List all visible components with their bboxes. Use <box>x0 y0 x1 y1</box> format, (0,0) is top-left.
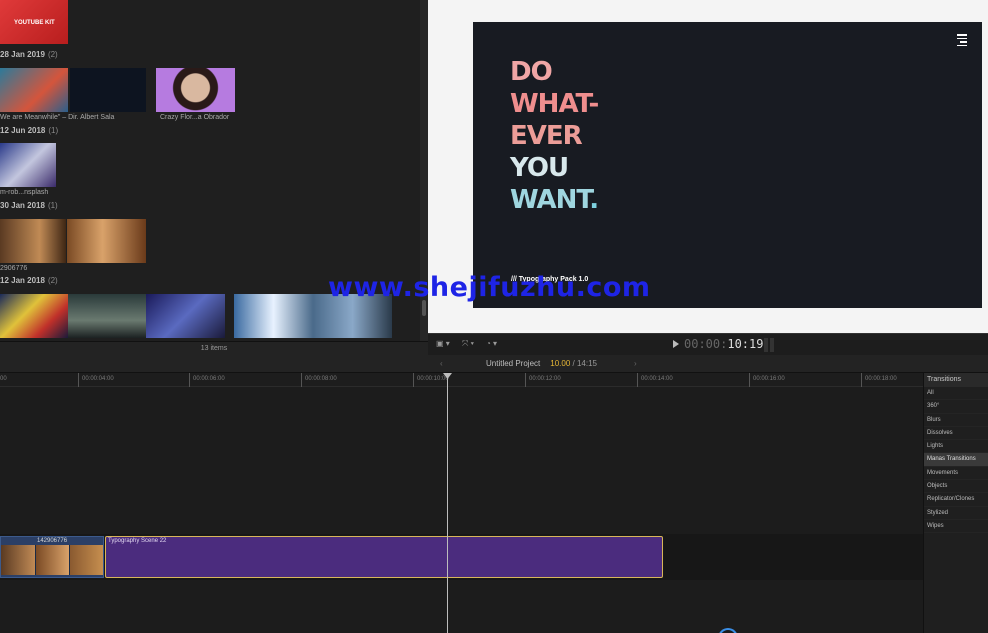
title-line: DO <box>510 57 553 87</box>
ruler-label: 00:00:04:00 <box>82 376 114 382</box>
transform-tool-button[interactable]: ⤧ ▾ <box>462 339 474 349</box>
clip-label: Typography Scene 22 <box>108 538 167 544</box>
clip-filmstrip <box>1 545 103 575</box>
project-title: Untitled Project 10.00 / 14:15 <box>486 359 597 368</box>
caption-crazy-flor: Crazy Flor...a Obrador <box>160 114 230 121</box>
date-group-label: 12 Jan 2018 <box>0 276 45 285</box>
date-group-label: 30 Jan 2018 <box>0 201 45 210</box>
thumbnail-youtube-kit-label: YOUTUBE KIT <box>14 20 55 26</box>
timecode-display: 00:00:10:19 <box>684 337 763 351</box>
timeline-body[interactable]: 142906776 Typography Scene 22 <box>0 387 923 633</box>
thumbnail-meanwhile[interactable] <box>0 68 68 112</box>
date-group-header: 12 Jan 2018 (2) <box>0 276 58 285</box>
timeline-ruler[interactable]: 00 00:00:04:00 00:00:06:00 00:00:08:00 0… <box>0 373 923 387</box>
project-name: Untitled Project <box>486 359 541 368</box>
thumbnail-stage[interactable] <box>146 294 225 338</box>
date-group-header: 12 Jun 2018 (1) <box>0 126 58 135</box>
ruler-tick <box>637 373 638 387</box>
transition-category[interactable]: Movements <box>924 467 988 481</box>
items-count: 13 items <box>0 341 428 355</box>
play-icon[interactable] <box>673 340 679 348</box>
ruler-label: 00:00:18:00 <box>865 376 897 382</box>
speed-button[interactable]: ◔ ▾ <box>486 339 497 348</box>
thumbnail-dark-clip[interactable] <box>70 68 146 112</box>
ruler-label: 00:00:14:00 <box>641 376 673 382</box>
caption-unsplash: m-rob...nsplash <box>0 189 49 196</box>
ruler-tick <box>78 373 79 387</box>
caption-meanwhile: We are Meanwhile" – Dir. Albert Sala <box>0 114 115 121</box>
transition-category[interactable]: Objects <box>924 480 988 494</box>
ruler-tick <box>861 373 862 387</box>
title-line: WANT. <box>510 184 599 216</box>
date-group-count: (2) <box>47 50 58 59</box>
ruler-tick <box>413 373 414 387</box>
thumbnail-couch[interactable] <box>68 294 146 338</box>
viewer-toolbar: ▣ ▾ ⤧ ▾ ◔ ▾ 00:00:10:19 <box>428 333 988 355</box>
ruler-label: 00:00:10:00 <box>417 376 449 382</box>
transition-category[interactable]: Lights <box>924 440 988 454</box>
thumbnail-dancer[interactable] <box>0 219 66 263</box>
transition-category-selected[interactable]: Manas Transitions <box>924 453 988 467</box>
date-group-label: 12 Jun 2018 <box>0 126 46 135</box>
timeline-clip-selected[interactable]: Typography Scene 22 <box>105 536 663 578</box>
ruler-label: 00:00:16:00 <box>753 376 785 382</box>
title-dot: . <box>589 185 599 215</box>
timecode-dim: 00:00: <box>684 337 728 351</box>
caption-clip-id: 2906776 <box>0 265 28 272</box>
back-arrow-icon[interactable]: ‹ <box>440 359 443 368</box>
thumbnail-crazy-flor[interactable] <box>156 68 235 112</box>
ruler-tick <box>189 373 190 387</box>
ruler-tick <box>749 373 750 387</box>
thumbnail-youtube-kit[interactable]: YOUTUBE KIT <box>0 0 68 44</box>
title-line: YOU <box>510 153 569 183</box>
transition-category[interactable]: Wipes <box>924 520 988 534</box>
timeline-clip[interactable]: 142906776 <box>0 536 104 578</box>
transition-category[interactable]: All <box>924 387 988 401</box>
transition-category[interactable]: Dissolves <box>924 427 988 441</box>
playhead[interactable] <box>447 373 448 633</box>
transitions-browser: Transitions All 360° Blurs Dissolves Lig… <box>923 373 988 633</box>
transition-category[interactable]: 360° <box>924 400 988 414</box>
ruler-label: 00 <box>0 376 7 382</box>
title-text: DO WHAT- EVER YOU WANT. <box>510 56 599 216</box>
project-duration: / 14:15 <box>572 359 597 368</box>
ruler-tick <box>525 373 526 387</box>
ruler-label: 00:00:08:00 <box>305 376 337 382</box>
date-group-count: (1) <box>48 126 59 135</box>
thumbnail-portrait[interactable] <box>67 219 146 263</box>
ruler-label: 00:00:12:00 <box>529 376 561 382</box>
transition-category[interactable]: Replicator/Clones <box>924 493 988 507</box>
ruler-label: 00:00:06:00 <box>193 376 225 382</box>
fcp-window: YOUTUBE KIT 28 Jan 2019 (2) We are Meanwh… <box>0 0 988 633</box>
view-options-button[interactable]: ▣ ▾ <box>436 339 450 348</box>
date-group-header: 30 Jan 2018 (1) <box>0 201 58 210</box>
forward-arrow-icon[interactable]: › <box>634 359 637 368</box>
clip-label: 142906776 <box>37 538 68 544</box>
timecode-value: 10:19 <box>727 337 764 351</box>
audio-meter <box>764 338 774 352</box>
date-group-header: 28 Jan 2019 (2) <box>0 50 58 59</box>
thumbnail-lego[interactable] <box>0 294 68 338</box>
ruler-tick <box>301 373 302 387</box>
title-line: WHAT- <box>510 89 599 119</box>
title-line: EVER <box>510 121 583 151</box>
watermark: www.shejifuzhu.com <box>328 272 651 303</box>
transition-category[interactable]: Stylized <box>924 507 988 520</box>
date-group-count: (1) <box>47 201 58 210</box>
date-group-label: 28 Jan 2019 <box>0 50 45 59</box>
title-line-text: WANT <box>510 185 590 215</box>
menu-icon <box>957 34 967 46</box>
transitions-header: Transitions <box>924 373 988 387</box>
date-group-count: (2) <box>47 276 58 285</box>
viewer-frame: DO WHAT- EVER YOU WANT. /// Typography P… <box>473 22 982 308</box>
thumbnail-robot[interactable] <box>0 143 56 187</box>
transition-category[interactable]: Blurs <box>924 414 988 427</box>
project-current-time: 10.00 <box>550 359 571 368</box>
timeline-header: ‹ Untitled Project 10.00 / 14:15 › <box>0 355 988 373</box>
